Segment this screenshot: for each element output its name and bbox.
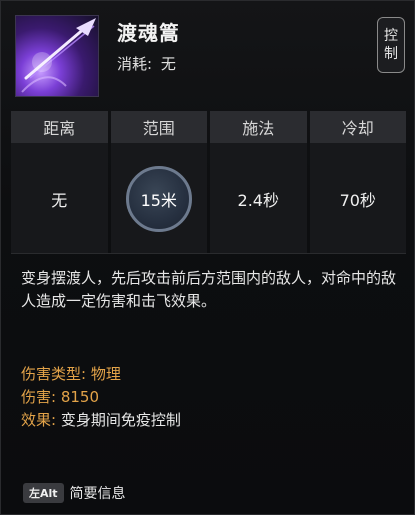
skill-cost: 消耗: 无: [117, 53, 176, 74]
effect-label: 效果:: [21, 411, 57, 429]
skill-description: 变身摆渡人，先后攻击前后方范围内的敌人，对命中的敌人造成一定伤害和击飞效果。: [21, 269, 397, 310]
skill-stats-table: 距离 无 范围 15米 施法 2.4秒 冷却 70秒: [11, 111, 406, 254]
stat-cooldown: 冷却 70秒: [309, 111, 406, 254]
skill-tooltip: 渡魂篙 消耗: 无 控 制 距离 无 范围 15米 施法 2.4秒 冷却 70秒: [0, 0, 415, 515]
effect-value: 变身期间免疫控制: [60, 411, 181, 429]
range-highlight-circle: 15米: [125, 165, 192, 232]
stat-range: 范围 15米: [110, 111, 207, 254]
damage-type-row: 伤害类型: 物理: [21, 363, 121, 385]
damage-row: 伤害: 8150: [21, 386, 99, 408]
skill-icon: [15, 15, 99, 97]
damage-type-label: 伤害类型:: [21, 365, 87, 383]
stat-value: 15米: [140, 190, 177, 210]
cost-value: 无: [160, 55, 176, 73]
stat-value: 无: [11, 143, 108, 254]
effect-row: 效果: 变身期间免疫控制: [21, 409, 181, 431]
damage-value: 8150: [60, 388, 100, 406]
skill-type-tag: 控 制: [377, 17, 405, 73]
alt-key-icon: 左Alt: [23, 483, 64, 503]
stat-value: 2.4秒: [210, 143, 307, 254]
damage-label: 伤害:: [21, 388, 57, 406]
stat-cast: 施法 2.4秒: [210, 111, 307, 254]
skill-name: 渡魂篙: [117, 21, 180, 45]
stat-header: 冷却: [309, 111, 406, 143]
stat-header: 距离: [11, 111, 108, 143]
stat-value-wrap: 15米: [110, 143, 207, 254]
stat-distance: 距离 无: [11, 111, 108, 254]
tag-char-2: 制: [384, 46, 398, 62]
tag-char-1: 控: [384, 28, 398, 44]
stat-value: 70秒: [309, 143, 406, 254]
divider: [11, 253, 406, 254]
stat-header: 范围: [110, 111, 207, 143]
damage-type-value: 物理: [90, 365, 121, 383]
stat-header: 施法: [210, 111, 307, 143]
brief-info-label: 简要信息: [69, 486, 126, 502]
brief-info-toggle[interactable]: 左Alt 简要信息: [23, 483, 126, 503]
cost-label: 消耗:: [117, 55, 153, 73]
